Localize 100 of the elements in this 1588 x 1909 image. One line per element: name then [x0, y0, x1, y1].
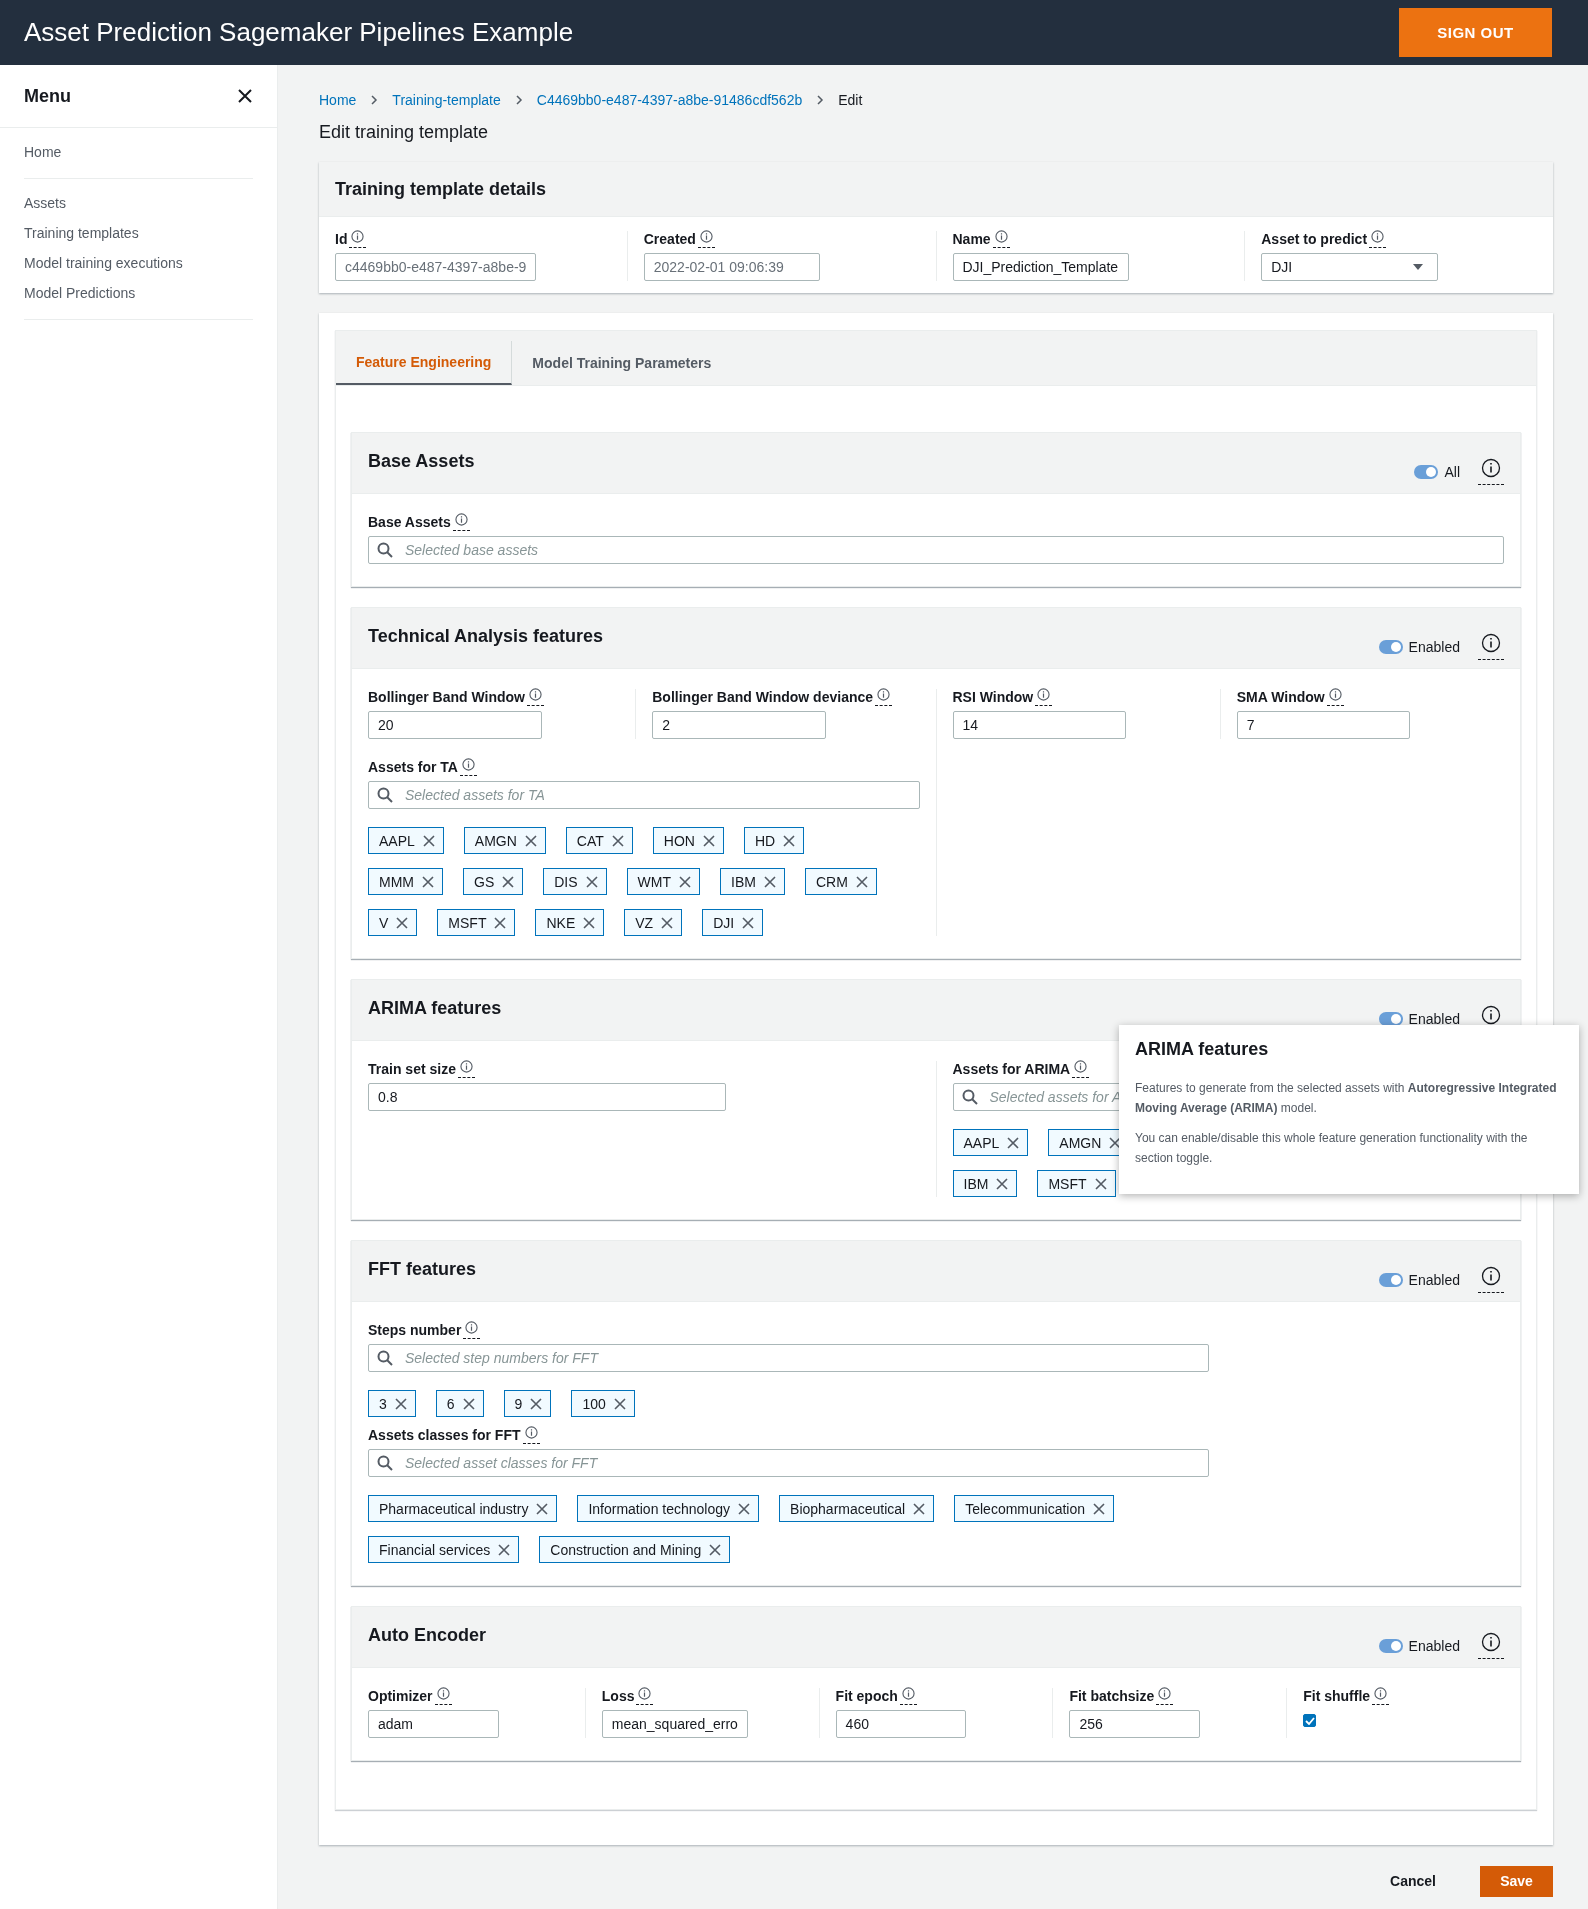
remove-icon[interactable] — [422, 875, 434, 888]
input-field[interactable]: DJI_Prediction_Template — [952, 253, 1130, 281]
select-field[interactable]: DJI — [1261, 253, 1438, 281]
remove-icon[interactable] — [462, 1397, 475, 1410]
remove-icon[interactable] — [611, 834, 624, 847]
tab[interactable]: Feature Engineering — [336, 341, 513, 385]
input-field[interactable]: 460 — [835, 1710, 967, 1738]
breadcrumb-link[interactable]: C4469bb0-e487-4397-a8be-91486cdf562b — [536, 92, 803, 108]
sidebar-item[interactable]: Assets — [24, 195, 253, 211]
info-icon[interactable] — [460, 758, 477, 776]
remove-icon[interactable] — [1093, 1502, 1106, 1515]
info-icon[interactable] — [875, 688, 893, 706]
input-field[interactable]: 256 — [1069, 1710, 1200, 1738]
sidebar-item[interactable]: Home — [24, 144, 253, 160]
info-icon[interactable] — [457, 1060, 475, 1078]
sidebar-item[interactable]: Model Predictions — [24, 285, 253, 301]
remove-icon[interactable] — [738, 1502, 751, 1515]
remove-icon[interactable] — [536, 1502, 549, 1515]
input-field[interactable]: 0.8 — [368, 1083, 727, 1111]
input-field[interactable]: 14 — [952, 711, 1127, 739]
readonly-field[interactable]: c4469bb0-e487-4397-a8be-9 — [335, 253, 537, 281]
save-button[interactable]: Save — [1480, 1865, 1553, 1897]
remove-icon[interactable] — [422, 834, 435, 847]
input-field[interactable]: 20 — [368, 711, 542, 739]
breadcrumb-link[interactable]: Training-template — [392, 92, 501, 108]
remove-icon[interactable] — [524, 834, 537, 847]
toggle-switch[interactable] — [1378, 1639, 1403, 1653]
remove-icon[interactable] — [1094, 1177, 1107, 1190]
remove-icon[interactable] — [583, 916, 596, 929]
app-title: Asset Prediction Sagemaker Pipelines Example — [24, 17, 574, 48]
toggle-switch[interactable] — [1414, 465, 1439, 479]
remove-icon[interactable] — [709, 1543, 722, 1556]
remove-icon[interactable] — [498, 1543, 511, 1556]
info-icon[interactable] — [1478, 458, 1504, 485]
tag-label: HD — [754, 832, 776, 849]
input-field[interactable]: mean_squared_erro — [601, 1710, 748, 1738]
remove-icon[interactable] — [1007, 1136, 1020, 1149]
remove-icon[interactable] — [661, 916, 674, 929]
remove-icon[interactable] — [996, 1177, 1009, 1190]
info-icon[interactable] — [1478, 633, 1504, 660]
field-label: Asset to predict — [1261, 231, 1368, 247]
field-label: Bollinger Band Window — [368, 689, 525, 705]
info-icon[interactable] — [1035, 688, 1053, 706]
remove-icon[interactable] — [394, 1397, 407, 1410]
field-label: Assets for TA — [368, 759, 458, 775]
info-icon[interactable] — [697, 230, 715, 248]
input-field[interactable]: 7 — [1236, 711, 1411, 739]
info-icon[interactable] — [992, 230, 1010, 248]
remove-icon[interactable] — [1109, 1136, 1122, 1149]
search-icon — [377, 542, 393, 558]
sidebar-item[interactable]: Training templates — [24, 225, 253, 241]
remove-icon[interactable] — [396, 916, 409, 929]
checkbox[interactable] — [1303, 1714, 1317, 1727]
input-field[interactable]: 2 — [652, 711, 826, 739]
remove-icon[interactable] — [679, 875, 691, 888]
chevron-icon — [514, 95, 523, 105]
readonly-field[interactable]: 2022-02-01 09:06:39 — [643, 253, 821, 281]
info-icon[interactable] — [1156, 1687, 1174, 1705]
info-icon[interactable] — [527, 688, 544, 706]
toggle-switch[interactable] — [1378, 640, 1403, 654]
tab[interactable]: Model Training Parameters — [512, 341, 732, 385]
info-icon[interactable] — [1478, 1266, 1504, 1293]
remove-icon[interactable] — [783, 834, 796, 847]
info-icon[interactable] — [522, 1426, 540, 1444]
info-icon[interactable] — [1369, 230, 1387, 248]
info-icon[interactable] — [452, 513, 470, 531]
cancel-button[interactable]: Cancel — [1370, 1865, 1456, 1897]
popover-text: Features to generate from the selected assets with Autoregressive Integrated Moving Average (ARIMA) model. — [1135, 1080, 1558, 1117]
info-icon[interactable] — [1372, 1687, 1390, 1705]
remove-icon[interactable] — [585, 875, 598, 888]
breadcrumb-link[interactable]: Home — [319, 92, 357, 108]
remove-icon[interactable] — [530, 1397, 543, 1410]
info-icon[interactable] — [899, 1687, 917, 1705]
remove-icon[interactable] — [855, 875, 868, 888]
tag-label: Information technology — [588, 1500, 731, 1517]
toggle-label: Enabled — [1408, 1272, 1460, 1288]
remove-icon[interactable] — [702, 834, 715, 847]
remove-icon[interactable] — [502, 875, 515, 888]
tag-label: IBM — [963, 1175, 989, 1192]
info-icon[interactable] — [349, 230, 367, 248]
remove-icon[interactable] — [494, 916, 507, 929]
toggle-switch[interactable] — [1378, 1273, 1403, 1287]
toggle-switch[interactable] — [1378, 1012, 1403, 1026]
remove-icon[interactable] — [742, 916, 755, 929]
remove-icon[interactable] — [763, 875, 776, 888]
field-label: Fit shuffle — [1303, 1688, 1371, 1704]
search-icon — [377, 1350, 393, 1366]
input-field[interactable]: adam — [368, 1710, 499, 1738]
info-icon[interactable] — [434, 1687, 452, 1705]
sidebar-item[interactable]: Model training executions — [24, 255, 253, 271]
toggle-label: All — [1444, 464, 1460, 480]
remove-icon[interactable] — [913, 1502, 926, 1515]
close-icon[interactable] — [237, 88, 253, 104]
remove-icon[interactable] — [613, 1397, 626, 1410]
info-icon[interactable] — [1326, 688, 1344, 706]
info-icon[interactable] — [463, 1321, 481, 1339]
info-icon[interactable] — [1478, 1632, 1504, 1659]
info-icon[interactable] — [636, 1687, 654, 1705]
field-label: Base Assets — [368, 514, 451, 530]
info-icon[interactable] — [1072, 1060, 1090, 1078]
